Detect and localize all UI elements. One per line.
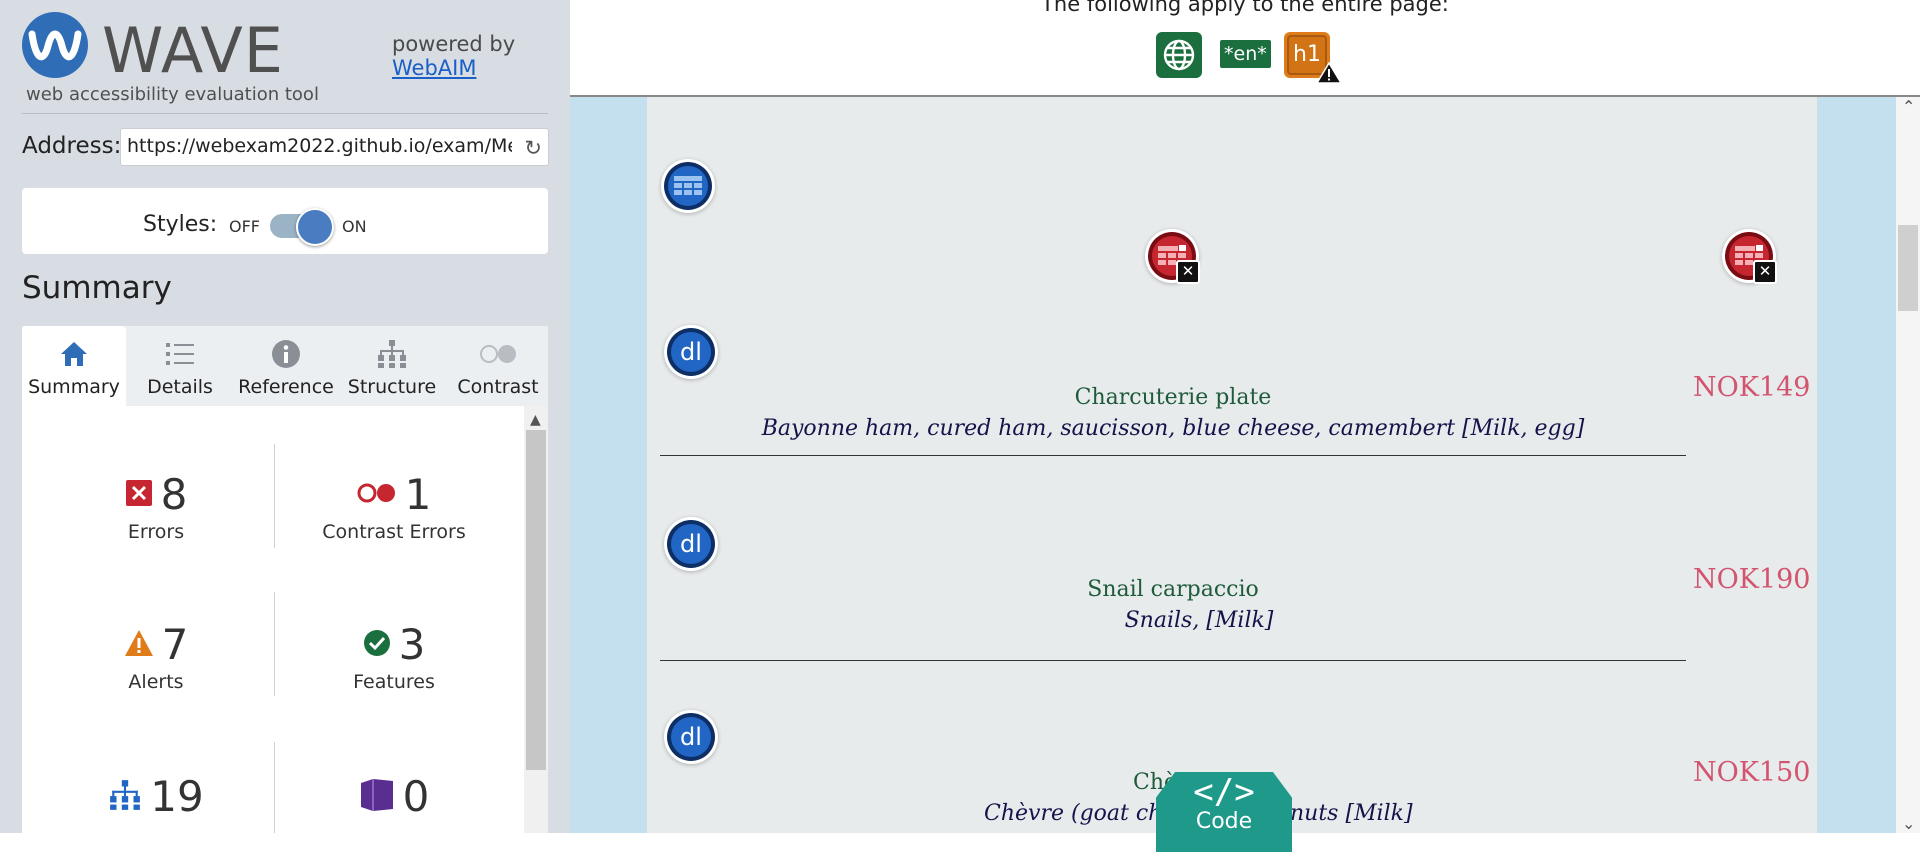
wave-logo-icon — [22, 12, 88, 78]
definition-list-icon[interactable]: dl — [667, 713, 715, 761]
scroll-thumb[interactable] — [526, 430, 546, 770]
table-header-error-icon[interactable]: ✕ — [1148, 232, 1200, 284]
alerts-label: Alerts — [128, 671, 184, 693]
tab-details[interactable]: Details — [128, 326, 232, 406]
summary-panel: 8 Errors 1 Contrast Errors 7 Alerts 3 Fe… — [22, 406, 548, 833]
panel-tabs: Summary Details Reference Structure Cont… — [22, 326, 548, 406]
styles-label: Styles: — [143, 212, 218, 237]
powered-by: powered by WebAIM — [392, 32, 515, 80]
scroll-up-icon[interactable]: ▲ — [530, 412, 541, 428]
code-toggle-button[interactable]: </> Code — [1156, 772, 1292, 852]
structural-elements-count: 19 — [150, 772, 204, 821]
webaim-link[interactable]: WebAIM — [392, 56, 515, 80]
globe-icon[interactable] — [1156, 32, 1202, 78]
banner-text: The following apply to the entire page: — [1041, 0, 1449, 16]
tab-summary[interactable]: Summary — [22, 326, 126, 406]
language-icon[interactable]: *en* — [1220, 40, 1271, 68]
tab-label: Structure — [347, 376, 437, 398]
info-icon — [234, 338, 338, 370]
menu-container — [647, 97, 1817, 833]
divider — [274, 444, 275, 548]
contrast-errors-count: 1 — [404, 470, 432, 519]
summary-heading: Summary — [22, 270, 172, 306]
tab-label: Details — [147, 376, 213, 398]
scroll-up-icon[interactable]: ⌃ — [1902, 97, 1915, 116]
stat-structural-elements[interactable]: 19 — [56, 772, 256, 821]
error-icon — [125, 479, 153, 511]
stat-contrast-errors[interactable]: 1 Contrast Errors — [294, 470, 494, 543]
dish-name: Charcuterie plate — [1074, 385, 1272, 410]
page-level-banner: The following apply to the entire page: … — [570, 0, 1920, 97]
dish-price: NOK190 — [1693, 564, 1811, 595]
definition-list-icon[interactable]: dl — [667, 520, 715, 568]
address-field: ↻ — [120, 128, 549, 166]
divider — [22, 113, 548, 114]
table-header-error-icon[interactable]: ✕ — [1725, 232, 1777, 284]
tab-reference[interactable]: Reference — [234, 326, 338, 406]
structure-icon — [108, 779, 142, 815]
address-input[interactable] — [127, 135, 512, 157]
scroll-down-icon[interactable]: ⌄ — [1902, 814, 1915, 833]
dish-name: Snail carpaccio — [1087, 577, 1259, 602]
features-label: Features — [353, 671, 435, 693]
dish-description: Snails, [Milk] — [1124, 608, 1274, 633]
wave-tagline: web accessibility evaluation tool — [26, 84, 319, 105]
definition-list-icon[interactable]: dl — [667, 328, 715, 376]
table-icon[interactable] — [664, 162, 712, 210]
summary-scrollbar[interactable]: ▲ — [524, 406, 548, 833]
dish-price: NOK150 — [1693, 757, 1811, 788]
alerts-count: 7 — [161, 620, 189, 669]
stat-aria[interactable]: 0 — [294, 772, 494, 821]
code-icon: </> — [1193, 772, 1255, 812]
code-label: Code — [1195, 809, 1253, 834]
dish-price: NOK149 — [1693, 372, 1811, 403]
reload-icon[interactable]: ↻ — [524, 136, 542, 160]
tab-label: Contrast — [457, 376, 539, 398]
errors-label: Errors — [127, 521, 185, 543]
powered-by-text: powered by — [392, 32, 516, 56]
tab-contrast[interactable]: Contrast — [446, 326, 550, 406]
page-content — [570, 97, 1896, 833]
divider — [274, 742, 275, 833]
errors-count: 8 — [160, 470, 188, 519]
dish-description-end: , nuts [Milk] — [1276, 801, 1413, 826]
close-icon: ✕ — [1176, 260, 1200, 284]
page-scrollbar[interactable]: ⌃ ⌄ — [1896, 97, 1920, 833]
divider — [274, 592, 275, 696]
styles-toggle-knob[interactable] — [296, 208, 334, 246]
styles-on-label: ON — [342, 217, 367, 236]
home-icon — [22, 338, 126, 370]
tab-label: Reference — [238, 376, 334, 398]
stat-errors[interactable]: 8 Errors — [56, 470, 256, 543]
styles-toggle-panel: Styles: OFF ON — [22, 188, 548, 254]
styles-off-label: OFF — [229, 217, 260, 236]
tab-label: Summary — [28, 376, 120, 398]
warning-badge-icon — [1315, 61, 1343, 88]
contrast-error-icon — [357, 482, 397, 508]
menu-divider — [660, 660, 1686, 661]
dish-description: Bayonne ham, cured ham, saucisson, blue … — [761, 416, 1585, 441]
dish-description-start: Chèvre (goat ch — [984, 801, 1163, 826]
address-label: Address: — [22, 133, 122, 159]
wave-sidebar: WAVE web accessibility evaluation tool p… — [0, 0, 570, 833]
structure-icon — [340, 338, 444, 370]
aria-icon — [359, 777, 395, 817]
list-icon — [128, 338, 232, 370]
contrast-icon — [446, 338, 550, 370]
alert-icon — [124, 629, 154, 661]
scroll-thumb[interactable] — [1898, 225, 1918, 311]
feature-icon — [363, 629, 391, 661]
stat-alerts[interactable]: 7 Alerts — [56, 620, 256, 693]
close-icon: ✕ — [1753, 260, 1777, 284]
contrast-errors-label: Contrast Errors — [322, 521, 466, 543]
stat-features[interactable]: 3 Features — [294, 620, 494, 693]
tab-structure[interactable]: Structure — [340, 326, 444, 406]
wave-logo-text: WAVE — [102, 14, 284, 87]
features-count: 3 — [398, 620, 426, 669]
menu-divider — [660, 455, 1686, 456]
aria-count: 0 — [402, 772, 430, 821]
